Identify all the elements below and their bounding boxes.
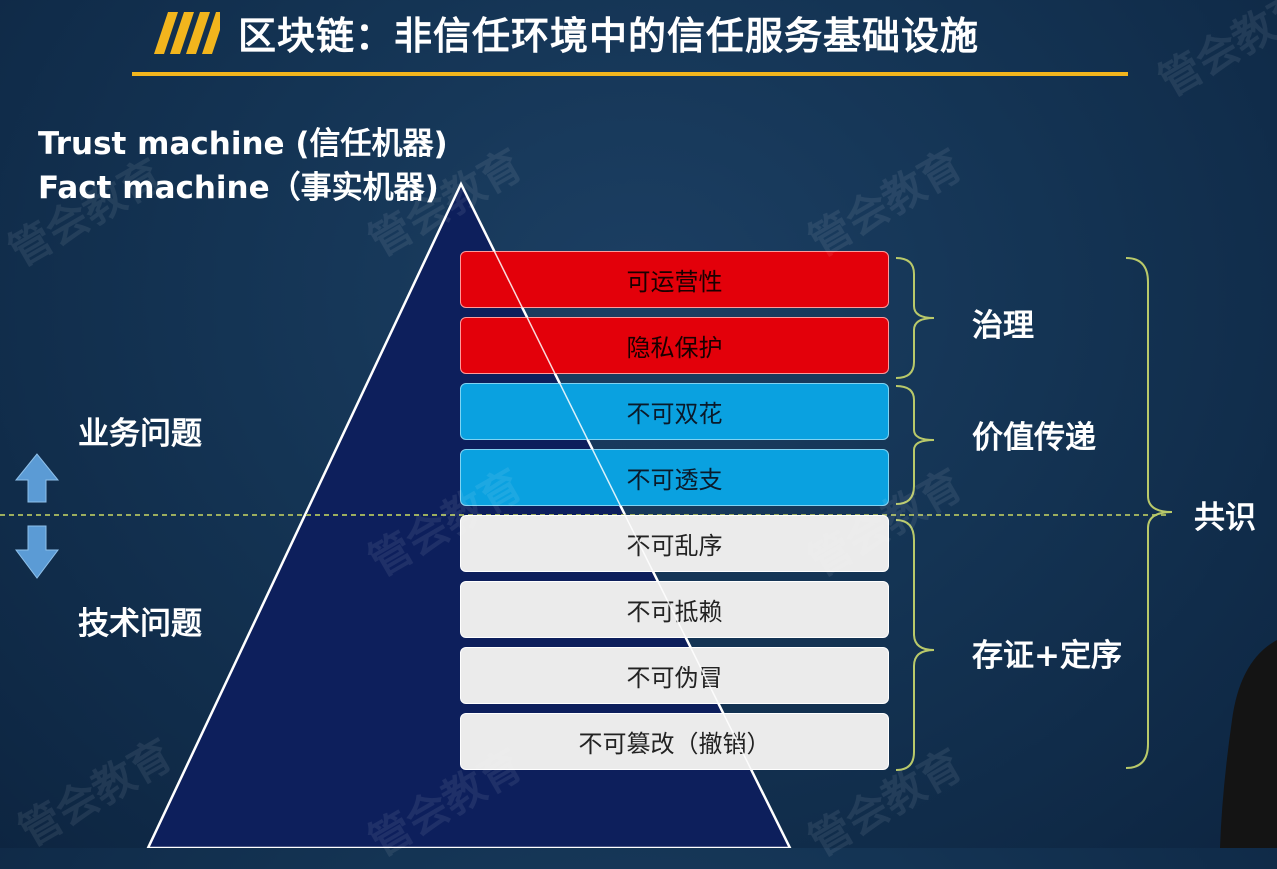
group-label-value-transfer: 价值传递 — [972, 420, 1096, 456]
brace-value — [895, 385, 935, 505]
group-label-evidence-ordering: 存证+定序 — [972, 638, 1122, 674]
layer-no-tampering: 不可篡改（撤销） — [460, 713, 889, 770]
brace-evidence — [895, 519, 935, 771]
layer-no-overdraft: 不可透支 — [460, 449, 889, 506]
group-label-governance: 治理 — [972, 308, 1034, 344]
arrow-down-icon — [15, 525, 59, 579]
group-label-consensus: 共识 — [1194, 500, 1256, 536]
layer-no-forgery: 不可伪冒 — [460, 647, 889, 704]
brace-consensus — [1125, 257, 1173, 769]
brace-governance — [895, 257, 935, 379]
layer-no-double-spend: 不可双花 — [460, 383, 889, 440]
layer-non-repudiation: 不可抵赖 — [460, 581, 889, 638]
label-business-issues: 业务问题 — [78, 416, 202, 452]
layer-privacy: 隐私保护 — [460, 317, 889, 374]
label-technical-issues: 技术问题 — [78, 606, 202, 642]
layer-no-disorder: 不可乱序 — [460, 515, 889, 572]
layer-operability: 可运营性 — [460, 251, 889, 308]
arrow-up-icon — [14, 453, 60, 503]
